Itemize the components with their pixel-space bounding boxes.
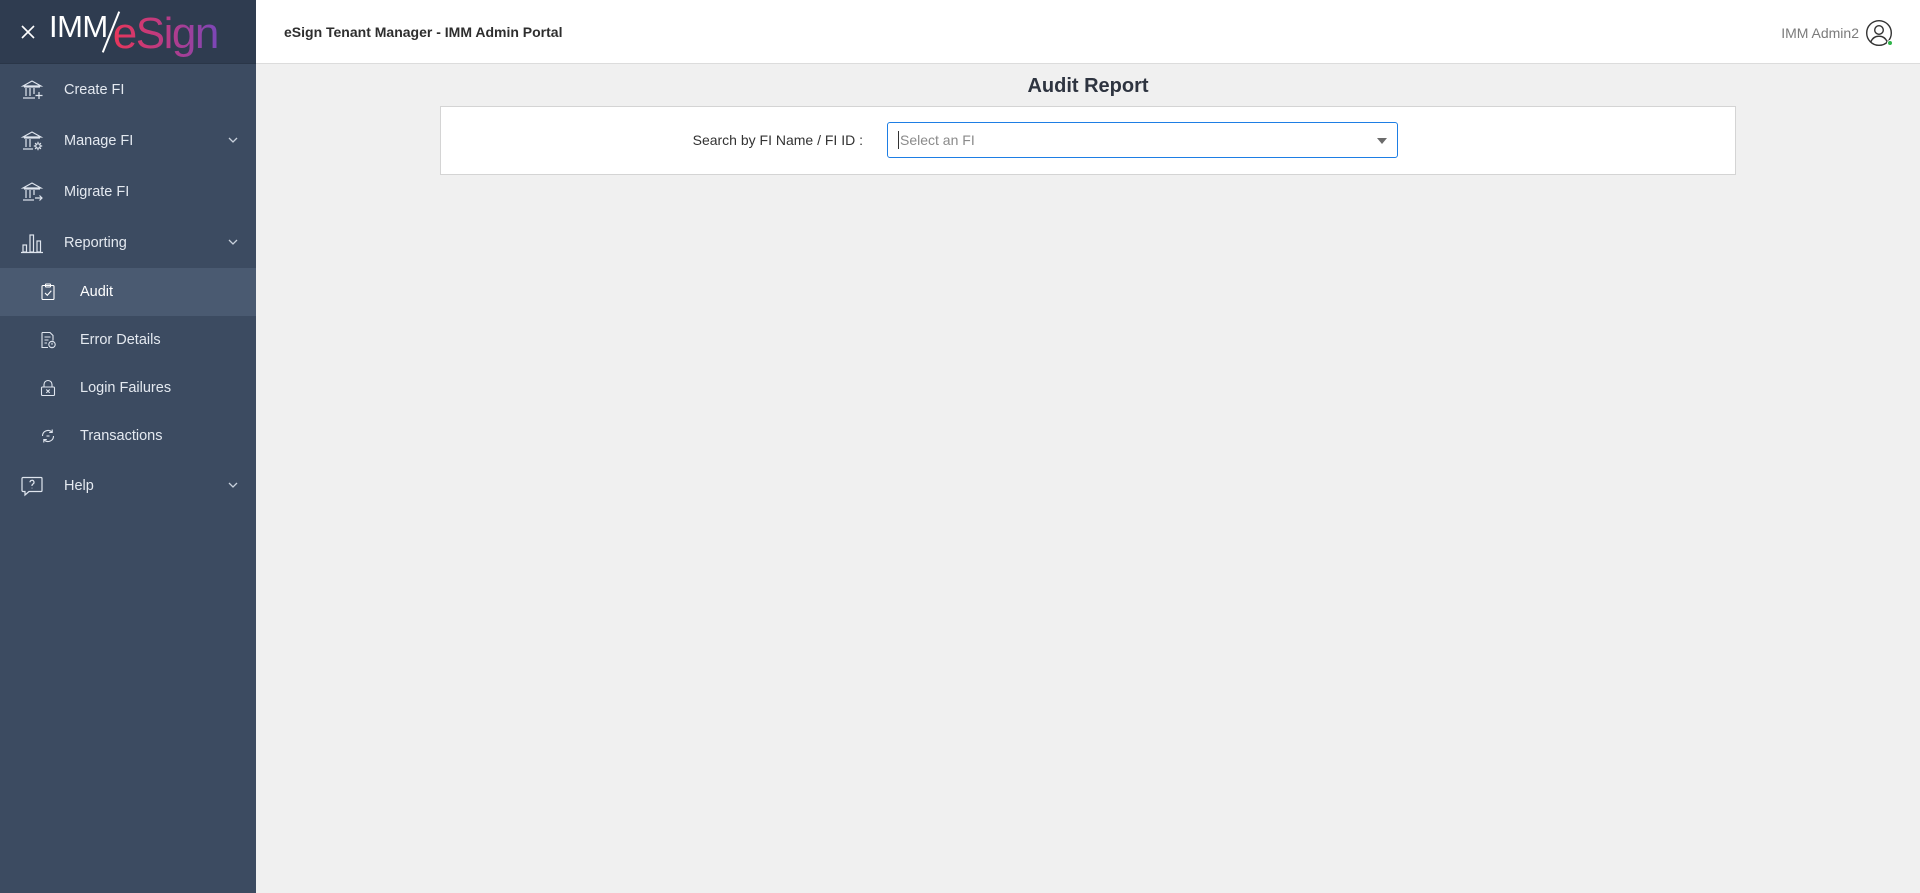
search-panel: Search by FI Name / FI ID : — [440, 106, 1736, 175]
app-title: eSign Tenant Manager - IMM Admin Portal — [284, 23, 563, 40]
sidebar-item-label: Help — [64, 477, 94, 494]
question-bubble-icon — [20, 474, 44, 498]
document-error-icon — [38, 330, 58, 350]
sidebar-subitem-audit[interactable]: Audit — [0, 268, 256, 316]
sidebar-item-manage-fi[interactable]: Manage FI — [0, 115, 256, 166]
bank-settings-icon — [20, 129, 44, 153]
sidebar-subitem-label: Login Failures — [80, 380, 172, 396]
imm-esign-logo: IMM eSign — [49, 8, 220, 58]
sidebar-item-help[interactable]: Help — [0, 460, 256, 511]
close-sidebar-button[interactable] — [15, 19, 41, 45]
online-status-dot — [1887, 40, 1893, 46]
main-content: Audit Report Search by FI Name / FI ID : — [256, 65, 1920, 893]
sidebar-item-label: Create FI — [64, 81, 125, 98]
search-label: Search by FI Name / FI ID : — [692, 132, 863, 148]
sidebar-item-label: Reporting — [64, 234, 127, 251]
top-bar: eSign Tenant Manager - IMM Admin Portal … — [256, 0, 1920, 64]
sidebar-item-label: Migrate FI — [64, 183, 130, 200]
user-name: IMM Admin2 — [1781, 25, 1859, 41]
chevron-down-icon — [228, 239, 238, 245]
close-icon — [21, 24, 35, 39]
page-title: Audit Report — [1027, 75, 1149, 97]
text-cursor — [898, 131, 899, 149]
user-menu[interactable]: IMM Admin2 — [1781, 19, 1893, 47]
sidebar: IMM eSign Create FI Manage FI Migrate FI… — [0, 0, 256, 893]
chevron-down-icon — [228, 137, 238, 143]
refresh-cycle-icon — [38, 426, 58, 446]
sidebar-nav: Create FI Manage FI Migrate FI Reporting… — [0, 64, 256, 511]
fi-search-input[interactable] — [900, 132, 1340, 148]
sidebar-subitem-label: Transactions — [80, 428, 163, 444]
sidebar-subitem-login-failures[interactable]: Login Failures — [0, 364, 256, 412]
clipboard-check-icon — [38, 282, 58, 302]
sidebar-subitem-error-details[interactable]: Error Details — [0, 316, 256, 364]
bar-chart-icon — [20, 231, 44, 255]
dropdown-arrow-icon[interactable] — [1377, 138, 1387, 144]
sidebar-subitem-label: Audit — [80, 284, 114, 300]
lock-x-icon — [38, 378, 58, 398]
bank-migrate-icon — [20, 180, 44, 204]
bank-add-icon — [20, 78, 44, 102]
logo-esign-text: eSign — [112, 8, 220, 58]
sidebar-subitem-transactions[interactable]: Transactions — [0, 412, 256, 460]
sidebar-item-create-fi[interactable]: Create FI — [0, 64, 256, 115]
sidebar-item-migrate-fi[interactable]: Migrate FI — [0, 166, 256, 217]
fi-select-dropdown[interactable] — [887, 122, 1398, 158]
user-avatar-icon — [1865, 19, 1893, 47]
sidebar-subitem-label: Error Details — [80, 332, 161, 348]
chevron-down-icon — [228, 482, 238, 488]
sidebar-item-reporting[interactable]: Reporting — [0, 217, 256, 268]
logo-imm-text: IMM — [49, 8, 108, 44]
sidebar-header: IMM eSign — [0, 0, 256, 64]
sidebar-item-label: Manage FI — [64, 132, 134, 149]
